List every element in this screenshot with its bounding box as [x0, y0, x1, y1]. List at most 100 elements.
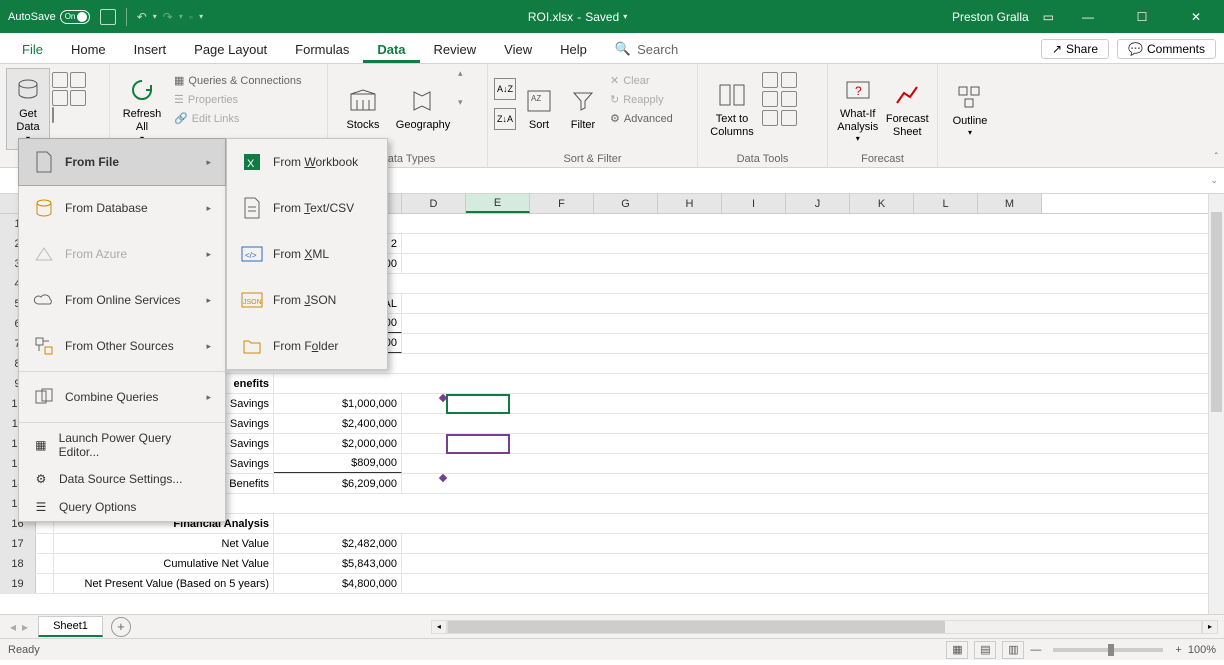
from-table-icon[interactable]	[52, 90, 68, 106]
page-break-button[interactable]: ▥	[1002, 641, 1024, 659]
vertical-scrollbar[interactable]	[1208, 194, 1224, 614]
col-header[interactable]: I	[722, 194, 786, 213]
forecast-sheet-button[interactable]: Forecast Sheet	[884, 68, 932, 150]
user-name[interactable]: Preston Gralla	[952, 10, 1029, 24]
minimize-button[interactable]: —	[1068, 0, 1108, 33]
recent-sources-icon[interactable]	[70, 90, 86, 106]
zoom-out-button[interactable]: —	[1030, 644, 1041, 656]
data-model-icon[interactable]	[781, 110, 797, 126]
json-icon: JSON	[241, 289, 263, 311]
normal-view-button[interactable]: ▦	[946, 641, 968, 659]
close-button[interactable]: ✕	[1176, 0, 1216, 33]
menu-launch-pq[interactable]: ▦ Launch Power Query Editor...	[19, 425, 225, 465]
tab-search[interactable]: 🔍 Search	[601, 35, 692, 63]
redo-icon[interactable]: ↷	[163, 10, 173, 24]
ribbon-display-icon[interactable]: ▭	[1043, 10, 1054, 24]
menu-from-workbook[interactable]: X From Workbook	[227, 139, 387, 185]
cell[interactable]: Net Value	[54, 534, 274, 553]
menu-from-json[interactable]: JSON From JSON	[227, 277, 387, 323]
menu-data-source-settings[interactable]: ⚙ Data Source Settings...	[19, 465, 225, 493]
cell[interactable]: $2,482,000	[274, 534, 402, 553]
menu-from-folder[interactable]: From Folder	[227, 323, 387, 369]
tab-help[interactable]: Help	[546, 36, 601, 63]
cell[interactable]: $6,209,000	[274, 474, 402, 493]
relationships-icon[interactable]	[762, 110, 778, 126]
maximize-button[interactable]: ☐	[1122, 0, 1162, 33]
row-header[interactable]: 18	[0, 554, 36, 573]
options-icon: ☰	[33, 499, 49, 515]
filter-button[interactable]: Filter	[562, 68, 604, 150]
comments-button[interactable]: 💬 Comments	[1117, 39, 1216, 59]
undo-icon[interactable]: ↶	[137, 10, 147, 24]
autosave-toggle[interactable]: AutoSave On	[8, 10, 90, 24]
touch-mode-icon[interactable]: ◦	[189, 10, 193, 24]
cell[interactable]: $809,000	[274, 454, 402, 473]
sort-az-button[interactable]: A↓Z	[494, 78, 516, 100]
scroll-down-icon[interactable]: ▾	[458, 97, 463, 108]
expand-formula-icon[interactable]: ⌄	[1210, 175, 1218, 186]
col-header[interactable]: F	[530, 194, 594, 213]
col-header[interactable]: J	[786, 194, 850, 213]
whatif-button[interactable]: ? What-If Analysis ▾	[834, 68, 882, 150]
add-sheet-button[interactable]: +	[111, 617, 131, 637]
consolidate-icon[interactable]	[781, 91, 797, 107]
tab-page-layout[interactable]: Page Layout	[180, 36, 281, 63]
save-icon[interactable]	[100, 9, 116, 25]
col-header[interactable]: L	[914, 194, 978, 213]
horizontal-scrollbar[interactable]: ◂ ▸	[431, 620, 1218, 634]
zoom-level[interactable]: 100%	[1188, 644, 1216, 656]
menu-from-file[interactable]: From File ▸	[18, 138, 226, 186]
menu-from-textcsv[interactable]: From Text/CSV	[227, 185, 387, 231]
col-header[interactable]: D	[402, 194, 466, 213]
tab-insert[interactable]: Insert	[120, 36, 181, 63]
sheet-prev-icon[interactable]: ◂	[10, 620, 16, 634]
queries-connections-button[interactable]: ▦Queries & Connections	[170, 72, 306, 89]
menu-from-other[interactable]: From Other Sources ▸	[19, 323, 225, 369]
cell[interactable]: $1,000,000	[274, 394, 402, 413]
text-to-columns-button[interactable]: Text to Columns	[704, 68, 760, 150]
cell[interactable]: $2,400,000	[274, 414, 402, 433]
data-validation-icon[interactable]	[762, 91, 778, 107]
col-header[interactable]: M	[978, 194, 1042, 213]
zoom-slider[interactable]	[1053, 648, 1163, 652]
tab-formulas[interactable]: Formulas	[281, 36, 363, 63]
tab-review[interactable]: Review	[420, 36, 491, 63]
tab-home[interactable]: Home	[57, 36, 120, 63]
col-header[interactable]: E	[466, 194, 530, 213]
page-layout-button[interactable]: ▤	[974, 641, 996, 659]
from-text-icon[interactable]	[52, 72, 68, 88]
tab-view[interactable]: View	[490, 36, 546, 63]
sort-za-button[interactable]: Z↓A	[494, 108, 516, 130]
row-header[interactable]: 17	[0, 534, 36, 553]
outline-button[interactable]: Outline ▾	[944, 68, 996, 150]
tab-data[interactable]: Data	[363, 36, 419, 63]
sheet-tab[interactable]: Sheet1	[38, 616, 103, 637]
cell[interactable]: Net Present Value (Based on 5 years)	[54, 574, 274, 593]
remove-duplicates-icon[interactable]	[781, 72, 797, 88]
cell[interactable]: Cumulative Net Value	[54, 554, 274, 573]
menu-query-options[interactable]: ☰ Query Options	[19, 493, 225, 521]
menu-from-database[interactable]: From Database ▸	[19, 185, 225, 231]
menu-from-xml[interactable]: </> From XML	[227, 231, 387, 277]
sheet-next-icon[interactable]: ▸	[22, 620, 28, 634]
sort-button[interactable]: AZ Sort	[518, 68, 560, 150]
menu-combine[interactable]: Combine Queries ▸	[19, 374, 225, 420]
geography-button[interactable]: Geography	[394, 68, 452, 150]
col-header[interactable]: H	[658, 194, 722, 213]
col-header[interactable]: K	[850, 194, 914, 213]
cell[interactable]: $4,800,000	[274, 574, 402, 593]
from-web-icon[interactable]	[70, 72, 86, 88]
share-button[interactable]: ↗ Share	[1041, 39, 1109, 59]
row-header[interactable]: 19	[0, 574, 36, 593]
col-header[interactable]: G	[594, 194, 658, 213]
flash-fill-icon[interactable]	[762, 72, 778, 88]
scroll-up-icon[interactable]: ▴	[458, 68, 463, 79]
zoom-in-button[interactable]: +	[1175, 644, 1181, 656]
menu-from-online[interactable]: From Online Services ▸	[19, 277, 225, 323]
cell[interactable]: $5,843,000	[274, 554, 402, 573]
cell[interactable]: $2,000,000	[274, 434, 402, 453]
tab-file[interactable]: File	[8, 36, 57, 63]
advanced-button[interactable]: ⚙Advanced	[606, 110, 677, 127]
existing-connections-icon[interactable]	[52, 107, 54, 123]
collapse-ribbon-icon[interactable]: ˆ	[1215, 152, 1218, 163]
